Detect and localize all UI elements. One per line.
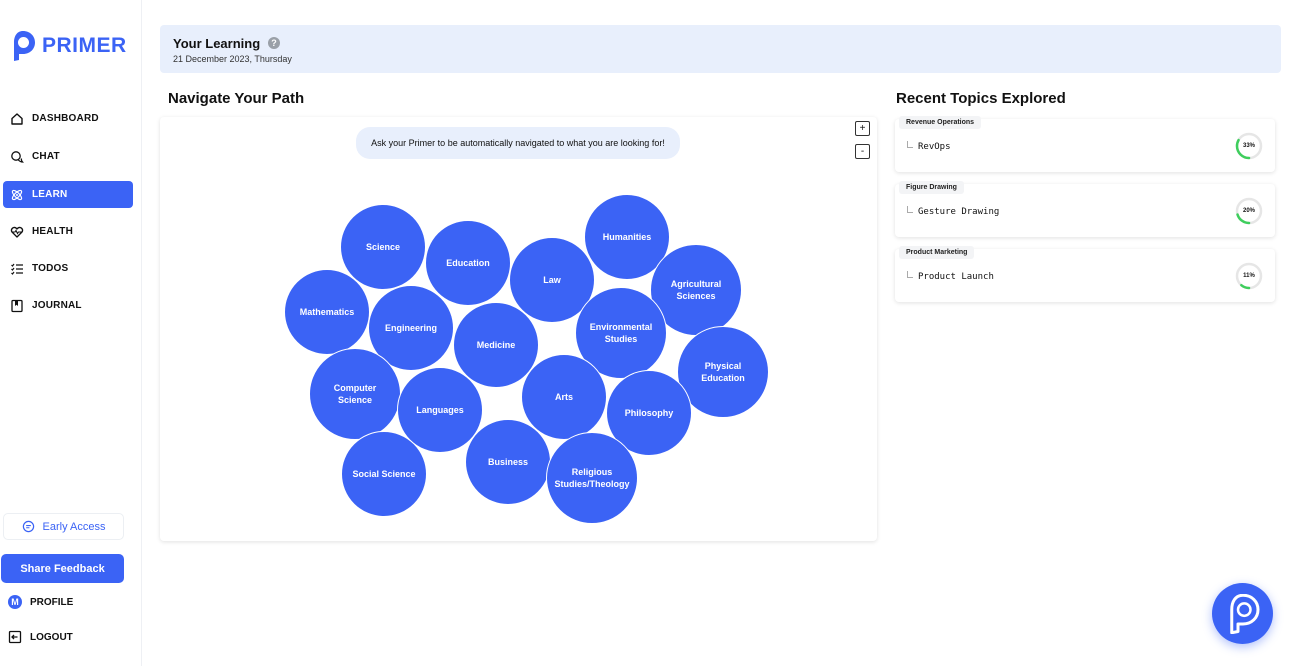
- sidebar-item-dashboard[interactable]: DASHBOARD: [3, 105, 133, 132]
- early-access-button[interactable]: Early Access: [3, 513, 124, 540]
- recent-topics-title: Recent Topics Explored: [896, 90, 1066, 107]
- sidebar-item-label: DASHBOARD: [32, 113, 99, 124]
- topic-name: Product Launch: [918, 272, 994, 282]
- sidebar-item-chat[interactable]: CHAT: [3, 143, 133, 170]
- sidebar-item-label: LEARN: [32, 189, 68, 200]
- journal-icon: [11, 299, 23, 312]
- help-icon[interactable]: ?: [268, 37, 280, 49]
- progress-label: 20%: [1242, 208, 1255, 214]
- topic-category: Product Marketing: [899, 246, 975, 259]
- recent-topic-card[interactable]: Revenue Operations RevOps 33%: [895, 116, 1275, 172]
- primer-assistant-icon: [1229, 593, 1259, 634]
- sidebar: PRIMER DASHBOARD CHAT LEARN HEALTH TODOS…: [0, 0, 142, 666]
- primer-assistant-button[interactable]: [1212, 583, 1273, 644]
- page-title: Your Learning: [173, 36, 261, 51]
- sidebar-item-label: HEALTH: [32, 226, 74, 237]
- sidebar-item-label: TODOS: [32, 263, 69, 274]
- topic-map-panel: Ask your Primer to be automatically navi…: [160, 117, 877, 541]
- topic-name: RevOps: [918, 142, 951, 152]
- profile-label: PROFILE: [30, 596, 74, 608]
- progress-ring: 11%: [1235, 262, 1263, 290]
- atom-icon: [11, 189, 23, 200]
- tree-branch-icon: [907, 270, 913, 278]
- recent-topic-card[interactable]: Figure Drawing Gesture Drawing 20%: [895, 181, 1275, 237]
- topic-category: Figure Drawing: [899, 181, 964, 194]
- recent-topic-card[interactable]: Product Marketing Product Launch 11%: [895, 246, 1275, 302]
- progress-label: 11%: [1243, 273, 1255, 279]
- topic-subtopic: RevOps: [907, 140, 951, 152]
- page-date: 21 December 2023, Thursday: [173, 54, 292, 64]
- topic-bubble-religious-studies[interactable]: Religious Studies/Theology: [546, 432, 638, 524]
- tree-branch-icon: [907, 140, 913, 148]
- navigation-prompt[interactable]: Ask your Primer to be automatically navi…: [356, 127, 680, 159]
- primer-logo-icon: [14, 31, 35, 61]
- sidebar-nav: DASHBOARD CHAT LEARN HEALTH TODOS JOURNA…: [3, 105, 133, 319]
- topic-bubble-business[interactable]: Business: [465, 419, 551, 505]
- topic-subtopic: Product Launch: [907, 270, 994, 282]
- sidebar-item-learn[interactable]: LEARN: [3, 181, 133, 208]
- brand-name: PRIMER: [42, 34, 127, 57]
- tree-branch-icon: [907, 205, 913, 213]
- early-access-label: Early Access: [42, 520, 106, 533]
- logout-icon: [8, 630, 22, 644]
- sidebar-item-logout[interactable]: LOGOUT: [8, 630, 73, 644]
- sidebar-item-journal[interactable]: JOURNAL: [3, 292, 133, 319]
- navigate-title: Navigate Your Path: [168, 90, 305, 107]
- chat-icon: [11, 150, 24, 163]
- sidebar-item-todos[interactable]: TODOS: [3, 255, 133, 282]
- share-feedback-button[interactable]: Share Feedback: [1, 554, 124, 583]
- checklist-icon: [11, 263, 23, 275]
- logout-label: LOGOUT: [30, 631, 73, 643]
- progress-label: 33%: [1242, 143, 1255, 149]
- zoom-in-button[interactable]: +: [855, 121, 870, 136]
- topic-bubble-social-science[interactable]: Social Science: [341, 431, 427, 517]
- sidebar-item-label: JOURNAL: [32, 300, 82, 311]
- topic-bubble-mathematics[interactable]: Mathematics: [284, 269, 370, 355]
- progress-ring: 33%: [1235, 132, 1263, 160]
- home-icon: [11, 112, 23, 125]
- topic-category: Revenue Operations: [899, 116, 982, 129]
- sidebar-item-profile[interactable]: M PROFILE: [8, 595, 73, 609]
- topic-name: Gesture Drawing: [918, 207, 1000, 217]
- avatar: M: [8, 595, 22, 609]
- progress-ring: 20%: [1235, 197, 1263, 225]
- topic-bubble-education[interactable]: Education: [425, 220, 511, 306]
- sidebar-item-label: CHAT: [32, 151, 60, 162]
- page-header: Your Learning ? 21 December 2023, Thursd…: [160, 25, 1281, 73]
- zoom-out-button[interactable]: -: [855, 144, 870, 159]
- primer-logo[interactable]: PRIMER: [10, 30, 127, 62]
- topic-bubble-computer-science[interactable]: Computer Science: [309, 348, 401, 440]
- heart-pulse-icon: [10, 226, 24, 238]
- chat-bubble-icon: [22, 520, 34, 533]
- topic-subtopic: Gesture Drawing: [907, 205, 1000, 217]
- sidebar-item-health[interactable]: HEALTH: [3, 218, 133, 245]
